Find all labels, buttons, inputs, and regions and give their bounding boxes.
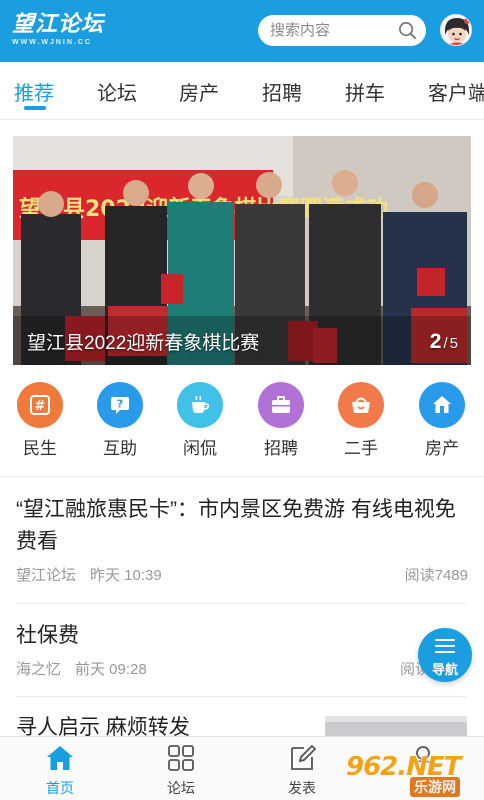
tab-carpool[interactable]: 拼车 [345, 77, 385, 106]
post-read-count: 阅读7489 [404, 567, 468, 584]
basket-icon [338, 382, 384, 428]
bottom-tab-post[interactable]: 发表 [262, 743, 342, 798]
help-chat-icon: ? [97, 382, 143, 428]
banner-separator: / [443, 335, 448, 352]
coffee-icon [177, 382, 223, 428]
bottom-tab-forum[interactable]: 论坛 [141, 743, 221, 798]
avatar-icon [441, 15, 471, 45]
post-time: 昨天 10:39 [90, 567, 162, 584]
home-icon [47, 746, 73, 770]
post-divider [16, 696, 466, 697]
floating-nav-label: 导航 [431, 662, 458, 677]
post-meta: 望江论坛 昨天 10:39 阅读7489 [16, 564, 468, 584]
banner-page-counter: 2/5 [430, 330, 458, 354]
bottom-tab-label: 论坛 [167, 780, 195, 796]
quick-nav: # 民生 ? 互助 闲侃 招聘 二手 房产 [0, 382, 484, 462]
user-avatar[interactable] [440, 14, 472, 46]
svg-text:#: # [35, 399, 46, 414]
post-divider [16, 603, 466, 604]
post-item[interactable]: 社保费 海之忆 前天 09:28 阅读 [16, 620, 468, 678]
post-meta: 海之忆 前天 09:28 阅读 [16, 658, 430, 678]
app-header: 望江论坛 WWW.WJNIN.CC [0, 0, 484, 62]
post-title[interactable]: “望江融旅惠民卡”：市内景区免费游 有线电视免费看 [16, 494, 468, 558]
tab-realestate[interactable]: 房产 [179, 77, 219, 106]
logo-text: 望江论坛 [12, 12, 105, 37]
search-icon[interactable] [398, 21, 417, 40]
post-title[interactable]: 社保费 [16, 620, 468, 652]
tab-recommend[interactable]: 推荐 [14, 77, 54, 106]
quick-nav-label: 招聘 [264, 439, 298, 458]
logo-subtext: WWW.WJNIN.CC [12, 39, 92, 46]
house-icon [419, 382, 465, 428]
quick-nav-label: 二手 [344, 439, 378, 458]
quick-nav-xiankan[interactable]: 闲侃 [170, 382, 230, 459]
floating-nav-button[interactable]: 导航 [418, 628, 472, 682]
post-time: 前天 09:28 [75, 661, 147, 678]
bottom-tab-label: 发表 [288, 780, 316, 796]
quick-nav-label: 房产 [425, 439, 459, 458]
category-tabs: 推荐 论坛 房产 招聘 拼车 客户端 [0, 62, 484, 120]
briefcase-icon [258, 382, 304, 428]
edit-icon [291, 744, 317, 770]
quick-nav-minsheng[interactable]: # 民生 [10, 382, 70, 459]
quick-nav-huzhu[interactable]: ? 互助 [90, 382, 150, 459]
search-input[interactable] [270, 15, 400, 46]
site-logo[interactable]: 望江论坛 WWW.WJNIN.CC [12, 12, 120, 50]
post-title[interactable]: 寻人启示 麻烦转发 [16, 712, 316, 736]
section-divider [0, 476, 484, 477]
active-tab-indicator [24, 106, 46, 110]
quick-nav-fangchan[interactable]: 房产 [412, 382, 472, 459]
bottom-tab-home[interactable]: 首页 [20, 743, 100, 798]
banner-current-slide: 2 [429, 330, 442, 353]
banner-total-slides: 5 [449, 335, 458, 352]
menu-icon [435, 639, 455, 653]
banner-caption[interactable]: 望江县2022迎新春象棋比赛 [27, 328, 259, 355]
quick-nav-label: 互助 [103, 439, 137, 458]
watermark: 962.NET 乐游网 [346, 752, 480, 797]
quick-nav-label: 民生 [23, 439, 57, 458]
post-author: 望江论坛 [16, 567, 77, 584]
tab-forum[interactable]: 论坛 [97, 77, 137, 106]
hash-icon: # [17, 382, 63, 428]
post-author: 海之忆 [16, 661, 62, 678]
svg-text:?: ? [117, 398, 123, 411]
tab-client[interactable]: 客户端 [428, 77, 484, 106]
tab-jobs[interactable]: 招聘 [262, 77, 302, 106]
bottom-tab-label: 首页 [46, 780, 74, 796]
banner-carousel[interactable]: 望江县2022迎新春象棋比赛圆满成功 望江县2022迎新春象棋比赛 2/5 [13, 136, 471, 365]
grid-icon [168, 745, 194, 771]
search-box[interactable] [258, 15, 426, 46]
watermark-subtext: 乐游网 [410, 777, 460, 797]
quick-nav-zhaopin[interactable]: 招聘 [251, 382, 311, 459]
quick-nav-label: 闲侃 [183, 439, 217, 458]
post-item[interactable]: 寻人启示 麻烦转发 [16, 712, 316, 736]
post-item[interactable]: “望江融旅惠民卡”：市内景区免费游 有线电视免费看 望江论坛 昨天 10:39 阅… [16, 494, 468, 584]
quick-nav-ershou[interactable]: 二手 [331, 382, 391, 459]
